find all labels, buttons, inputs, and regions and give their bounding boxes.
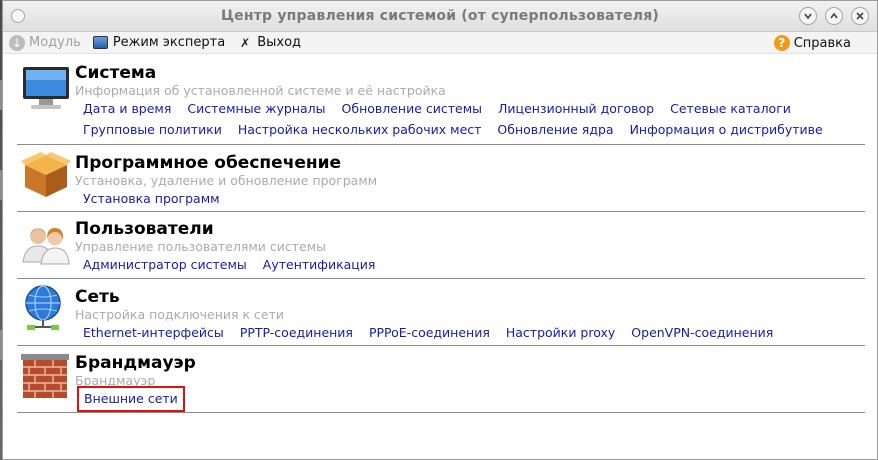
terminal-icon xyxy=(93,35,109,51)
module-button[interactable]: ↓ Модуль xyxy=(3,32,87,54)
maximize-button[interactable] xyxy=(825,7,843,25)
section-title: Система xyxy=(75,63,157,83)
expert-mode-button[interactable]: Режим эксперта xyxy=(87,32,231,54)
module-list: Система Информация об установленной сист… xyxy=(17,61,865,413)
link-kernel-update[interactable]: Обновление ядра xyxy=(493,119,617,140)
link-multiseat[interactable]: Настройка нескольких рабочих мест xyxy=(234,119,486,140)
help-label: Справка xyxy=(793,35,851,51)
expert-mode-label: Режим эксперта xyxy=(112,35,226,50)
control-center-window: Центр управления системой (от суперпольз… xyxy=(2,0,878,460)
exit-label: Выход xyxy=(257,35,302,50)
monitor-icon xyxy=(23,67,69,109)
link-license[interactable]: Лицензионный договор xyxy=(494,98,658,119)
link-system-update[interactable]: Обновление системы xyxy=(338,98,487,119)
section-firewall: Брандмауэр Брандмауэр Внешние сети xyxy=(17,346,865,413)
section-description: Брандмауэр xyxy=(75,373,156,388)
link-install-software[interactable]: Установка программ xyxy=(79,188,224,209)
link-external-networks[interactable]: Внешние сети xyxy=(77,386,185,412)
link-pppoe[interactable]: PPPoE-соединения xyxy=(365,322,494,343)
link-openvpn[interactable]: OpenVPN-соединения xyxy=(627,322,777,343)
section-network: Сеть Настройка подключения к сети Ethern… xyxy=(17,279,865,346)
users-icon xyxy=(22,228,70,265)
help-icon: ? xyxy=(773,35,790,51)
arrow-down-circle-icon: ↓ xyxy=(9,34,25,51)
link-proxy[interactable]: Настройки proxy xyxy=(502,322,619,343)
link-distro-info[interactable]: Информация о дистрибутиве xyxy=(626,119,827,140)
section-users: Пользователи Управление пользователями с… xyxy=(17,212,865,279)
section-title: Программное обеспечение xyxy=(75,153,342,173)
link-authentication[interactable]: Аутентификация xyxy=(259,254,380,275)
chevron-up-icon xyxy=(830,12,838,19)
section-description: Управление пользователями системы xyxy=(75,239,327,254)
window-title: Центр управления системой (от суперпольз… xyxy=(220,8,660,24)
link-date-time[interactable]: Дата и время xyxy=(79,98,175,119)
section-title: Сеть xyxy=(75,287,120,307)
section-description: Информация об установленной системе и её… xyxy=(75,83,446,98)
package-icon xyxy=(21,152,71,197)
close-icon xyxy=(856,12,864,20)
exit-x-icon: ✗ xyxy=(240,35,251,50)
toolbar: ↓ Модуль Режим эксперта ✗ Выход ? Справк… xyxy=(3,32,877,54)
link-network-dirs[interactable]: Сетевые каталоги xyxy=(666,98,795,119)
close-button[interactable] xyxy=(851,7,869,25)
section-title: Брандмауэр xyxy=(75,353,196,373)
network-globe-icon xyxy=(25,285,61,330)
link-system-admin[interactable]: Администратор системы xyxy=(79,254,251,275)
module-label: Модуль xyxy=(29,35,81,50)
link-group-policies[interactable]: Групповые политики xyxy=(79,119,226,140)
link-system-logs[interactable]: Системные журналы xyxy=(183,98,329,119)
help-button[interactable]: ? Справка xyxy=(768,32,857,54)
exit-button[interactable]: ✗ Выход xyxy=(231,32,307,54)
minimize-button[interactable] xyxy=(799,7,817,25)
section-description: Настройка подключения к сети xyxy=(75,307,284,322)
title-bar[interactable]: Центр управления системой (от суперпольз… xyxy=(3,1,877,32)
firewall-brick-icon xyxy=(21,354,69,398)
link-pptp[interactable]: PPTP-соединения xyxy=(236,322,357,343)
window-menu-icon[interactable] xyxy=(11,9,25,23)
section-title: Пользователи xyxy=(75,219,214,239)
chevron-down-icon xyxy=(804,13,812,20)
link-ethernet[interactable]: Ethernet-интерфейсы xyxy=(79,322,228,343)
section-system: Система Информация об установленной сист… xyxy=(17,61,865,145)
section-description: Установка, удаление и обновление програм… xyxy=(75,173,378,188)
section-software: Программное обеспечение Установка, удале… xyxy=(17,145,865,212)
